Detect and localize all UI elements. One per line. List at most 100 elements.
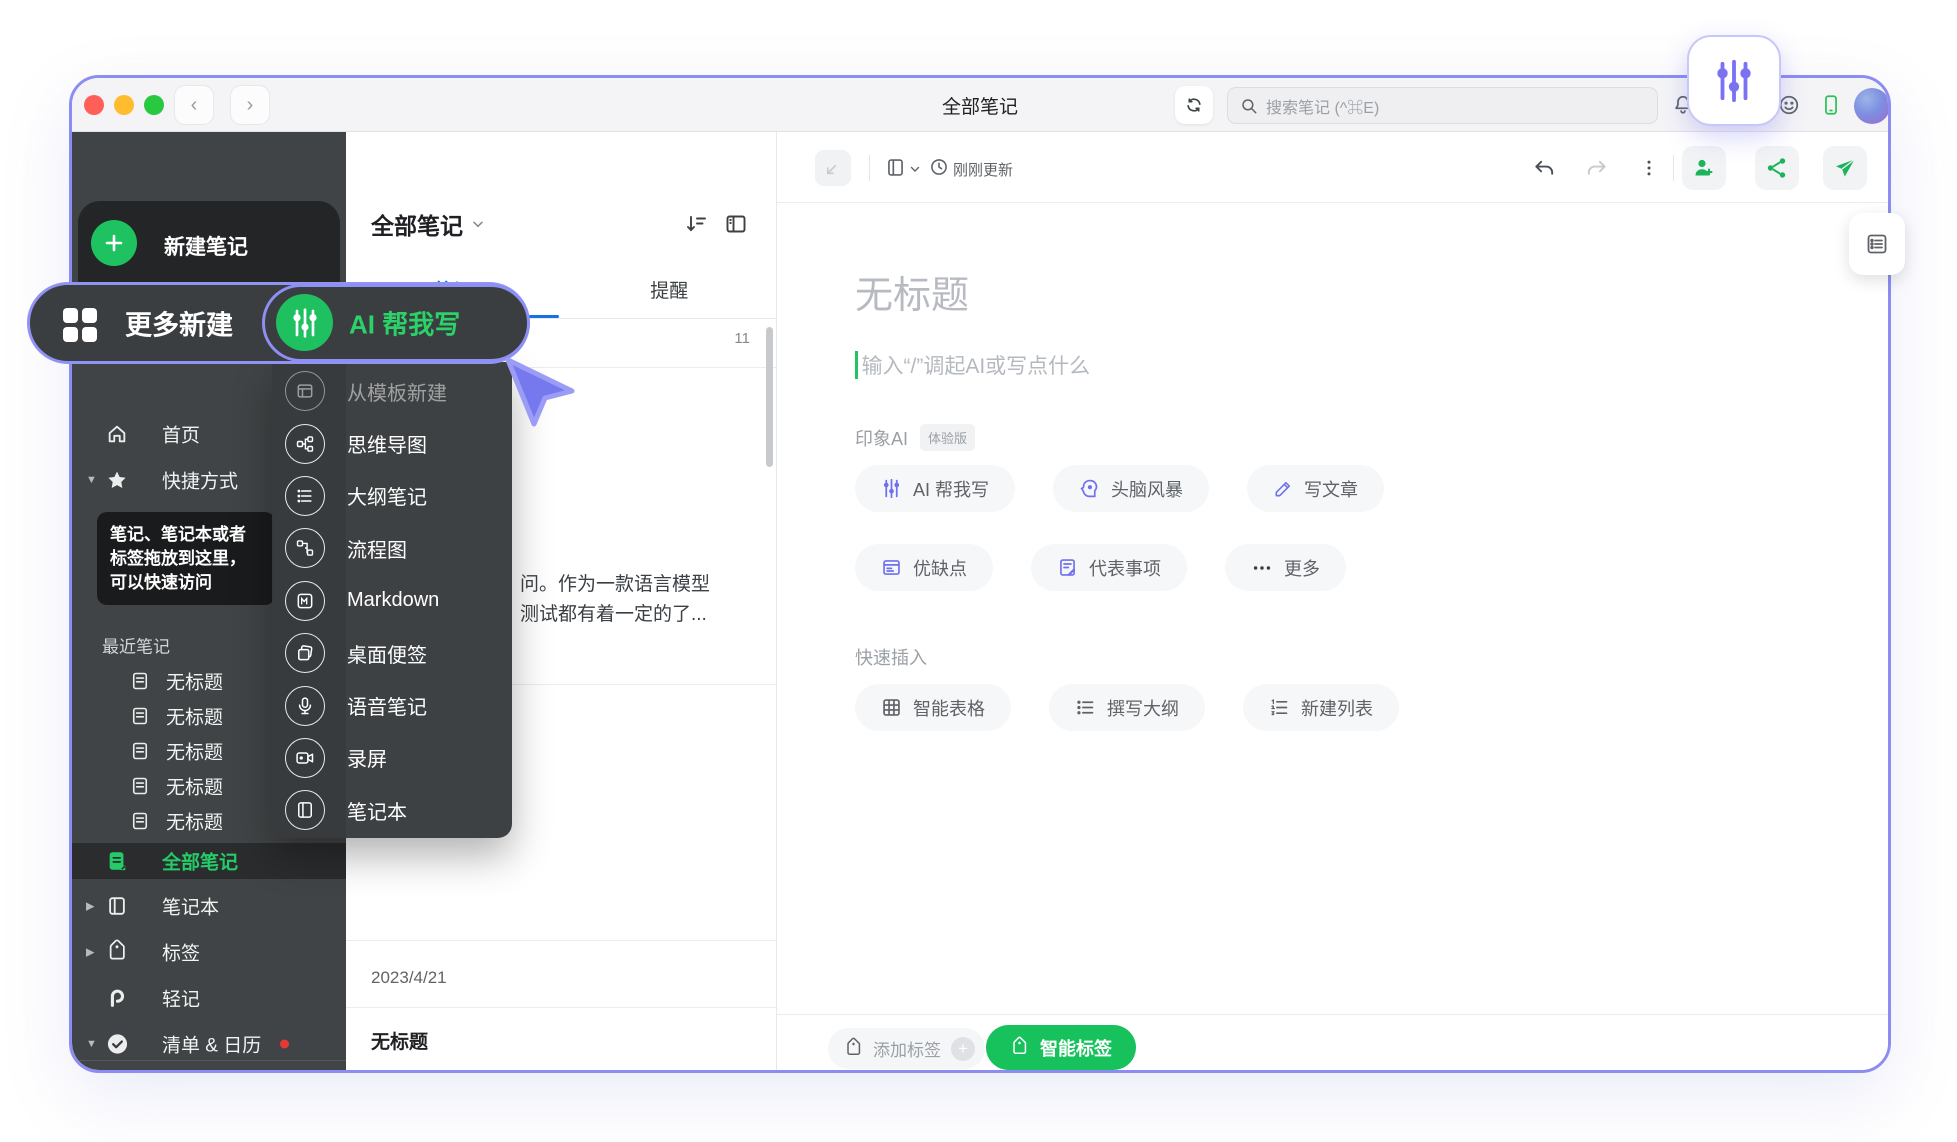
add-tag-plus-icon: + — [951, 1037, 975, 1061]
tab-reminders[interactable]: 提醒 — [562, 260, 778, 318]
outline-panel-tab[interactable] — [1849, 213, 1905, 275]
more-ai-button[interactable]: 更多 — [1225, 544, 1346, 591]
pencil-icon — [1273, 479, 1293, 499]
home-icon — [106, 423, 128, 445]
recent-notes-heading: 最近笔记 — [102, 633, 170, 658]
all-notes-icon — [106, 850, 128, 872]
sidebar-item-light-note[interactable]: 轻记 — [72, 980, 346, 1016]
write-article-button[interactable]: 写文章 — [1247, 465, 1384, 512]
ai-write-menu-item[interactable]: AI 帮我写 — [262, 284, 530, 362]
new-note-button[interactable]: 新建笔记 — [164, 231, 248, 261]
sidebar-item-checklist-calendar[interactable]: ▼ 清单 & 日历 — [72, 1026, 346, 1062]
sidebar-label-shortcuts: 快捷方式 — [162, 467, 238, 494]
menu-item-screen-record[interactable]: 录屏 — [272, 732, 512, 784]
menu-item-voice-note[interactable]: 语音笔记 — [272, 679, 512, 731]
menu-item-desktop-sticky[interactable]: 桌面便签 — [272, 627, 512, 679]
sticky-note-icon — [285, 633, 325, 673]
list-scrollbar[interactable] — [766, 327, 773, 467]
sidebar-label-notebooks: 笔记本 — [162, 893, 219, 920]
notebook-icon — [106, 895, 128, 917]
brainstorm-label: 头脑风暴 — [1111, 476, 1183, 502]
more-options-kebab-icon[interactable] — [1639, 157, 1659, 179]
mobile-phone-icon[interactable] — [1820, 94, 1842, 116]
pros-cons-button[interactable]: 优缺点 — [855, 544, 993, 591]
note-list-item-title[interactable]: 无标题 — [371, 1027, 428, 1054]
numbered-list-icon — [1269, 697, 1290, 718]
invite-collaborator-button[interactable] — [1682, 146, 1726, 190]
send-button[interactable] — [1823, 146, 1867, 190]
recent-note-label: 无标题 — [166, 738, 223, 765]
tag-icon — [844, 1039, 863, 1058]
ai-write-button[interactable]: AI 帮我写 — [855, 465, 1015, 512]
ai-sliders-icon — [276, 294, 333, 351]
new-list-label: 新建列表 — [1301, 695, 1373, 721]
smart-table-button[interactable]: 智能表格 — [855, 684, 1011, 731]
smart-table-label: 智能表格 — [913, 695, 985, 721]
note-body-placeholder[interactable]: 输入“/”调起AI或写点什么 — [855, 350, 1090, 380]
write-article-label: 写文章 — [1304, 476, 1358, 502]
write-outline-button[interactable]: 撰写大纲 — [1049, 684, 1205, 731]
todo-items-button[interactable]: 代表事项 — [1031, 544, 1187, 591]
search-input[interactable]: 搜索笔记 (^⌘E) — [1227, 87, 1658, 124]
list-header[interactable]: 全部笔记 — [371, 207, 485, 241]
chevron-right-icon[interactable]: ▶ — [86, 946, 94, 959]
note-title[interactable]: 无标题 — [855, 264, 969, 319]
star-icon — [106, 469, 128, 491]
recent-note-label: 无标题 — [166, 808, 223, 835]
brainstorm-button[interactable]: 头脑风暴 — [1053, 465, 1209, 512]
notebook-icon — [285, 790, 325, 830]
tag-icon — [1010, 1038, 1029, 1057]
chevron-down-icon[interactable] — [909, 163, 921, 175]
ellipsis-icon — [1251, 557, 1273, 579]
share-button[interactable] — [1755, 146, 1799, 190]
redo-icon[interactable] — [1585, 157, 1608, 180]
ai-write-label: AI 帮我写 — [913, 476, 989, 502]
smart-tag-button[interactable]: 智能标签 — [986, 1025, 1136, 1070]
help-smiley-icon[interactable] — [1778, 94, 1800, 116]
chevron-down-icon[interactable]: ▼ — [86, 1038, 97, 1050]
floating-ai-assistant-button[interactable] — [1687, 35, 1781, 126]
sidebar-item-notebooks[interactable]: ▶ 笔记本 — [72, 888, 346, 924]
menu-item-notebook[interactable]: 笔记本 — [272, 784, 512, 836]
chevron-right-icon[interactable]: ▶ — [86, 900, 94, 913]
new-list-button[interactable]: 新建列表 — [1243, 684, 1399, 731]
recent-note-label: 无标题 — [166, 773, 223, 800]
sidebar-item-all-notes[interactable]: 全部笔记 — [72, 843, 346, 879]
sidebar-label-all-notes: 全部笔记 — [162, 848, 238, 875]
menu-item-outline-note[interactable]: 大纲笔记 — [272, 470, 512, 522]
toolbar-separator — [1673, 155, 1674, 181]
titlebar: ‹ › 全部笔记 搜索笔记 (^⌘E) — [72, 78, 1888, 132]
outline-icon — [285, 476, 325, 516]
chevron-down-icon[interactable]: ▼ — [86, 474, 97, 486]
expand-note-icon[interactable] — [815, 150, 851, 186]
ai-buttons-row-1: AI 帮我写 头脑风暴 写文章 — [855, 465, 1384, 512]
quick-insert-label: 快速插入 — [855, 644, 927, 670]
note-info-icon[interactable] — [885, 157, 906, 178]
todo-doc-icon — [1057, 557, 1078, 578]
sidebar-item-tags[interactable]: ▶ 标签 — [72, 934, 346, 970]
tab-reminders-label: 提醒 — [650, 276, 688, 303]
flowchart-icon — [285, 528, 325, 568]
brainstorm-head-icon — [1079, 478, 1100, 499]
more-ai-label: 更多 — [1284, 555, 1320, 581]
undo-icon[interactable] — [1533, 157, 1556, 180]
note-snippet[interactable]: 问。作为一款语言模型 测试都有着一定的了... — [520, 570, 710, 630]
sort-icon[interactable] — [684, 212, 708, 236]
new-note-plus-icon[interactable] — [91, 220, 137, 266]
menu-item-markdown[interactable]: Markdown — [272, 575, 512, 627]
write-outline-label: 撰写大纲 — [1107, 695, 1179, 721]
update-clock-icon — [929, 157, 949, 177]
menu-item-from-template[interactable]: 从模板新建 — [272, 365, 512, 417]
ai-beta-badge: 体验版 — [920, 424, 975, 451]
sync-button[interactable] — [1175, 86, 1213, 124]
add-tag-button[interactable]: 添加标签 + — [828, 1028, 985, 1069]
ai-section-label: 印象AI — [855, 425, 908, 451]
notification-dot — [280, 1040, 289, 1049]
user-avatar[interactable] — [1854, 88, 1888, 124]
menu-item-flowchart[interactable]: 流程图 — [272, 522, 512, 574]
text-cursor — [855, 351, 858, 379]
menu-item-mindmap[interactable]: 思维导图 — [272, 417, 512, 469]
markdown-icon — [285, 581, 325, 621]
view-layout-icon[interactable] — [724, 212, 748, 236]
ai-section-header: 印象AI 体验版 — [855, 424, 975, 451]
